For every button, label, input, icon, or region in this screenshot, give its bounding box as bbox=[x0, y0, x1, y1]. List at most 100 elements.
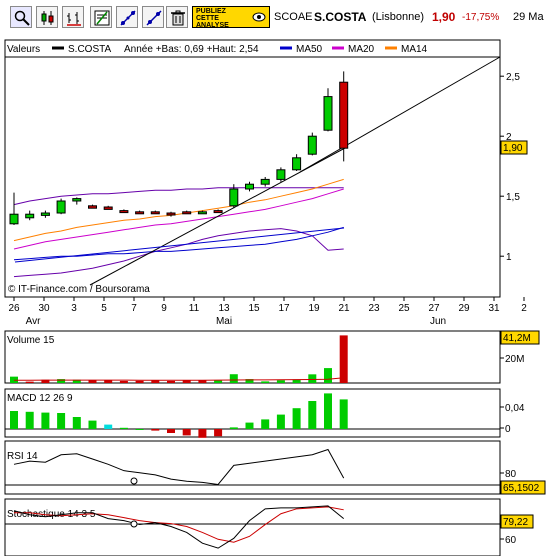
legend-ma20: MA20 bbox=[348, 44, 375, 55]
volume-bar bbox=[167, 380, 175, 383]
macd-bar bbox=[25, 411, 34, 429]
macd-bar bbox=[214, 429, 223, 437]
x-tick-label: 26 bbox=[8, 303, 20, 314]
volume-bar bbox=[214, 380, 223, 383]
macd-bar bbox=[229, 427, 238, 429]
candle-body bbox=[119, 210, 129, 214]
macd-bar bbox=[135, 429, 144, 430]
candle-body bbox=[292, 157, 302, 171]
stochastic-badge-text: 79,22 bbox=[503, 517, 528, 528]
macd-tick-label-2: 0 bbox=[505, 424, 511, 435]
stochastic-panel: Stochastique 14 3 5 60 79,22 bbox=[4, 498, 534, 556]
volume-bar bbox=[182, 380, 191, 383]
volume-bar bbox=[261, 381, 270, 383]
x-tick-label: 27 bbox=[428, 303, 440, 314]
volume-bar bbox=[135, 380, 144, 383]
legend-label: Valeurs bbox=[7, 44, 40, 55]
x-tick-label: 15 bbox=[248, 303, 260, 314]
price-axis: 2,521,51 bbox=[500, 72, 520, 263]
x-tick-label: 31 bbox=[488, 303, 500, 314]
volume-bar bbox=[25, 381, 34, 383]
macd-tick-label-1: 0,04 bbox=[505, 403, 525, 414]
month-label: Avr bbox=[26, 316, 41, 327]
macd-bar bbox=[151, 429, 160, 431]
macd-bar bbox=[292, 408, 301, 429]
price-panel: Valeurs S.COSTA Année +Bas: 0,69 +Haut: … bbox=[4, 39, 528, 298]
macd-bar bbox=[308, 401, 317, 429]
x-tick-label: 23 bbox=[368, 303, 380, 314]
x-tick-label: 17 bbox=[278, 303, 290, 314]
macd-bar bbox=[198, 429, 207, 438]
x-axis: 26303579111315171921232527293124681012Av… bbox=[5, 296, 527, 327]
macd-bar bbox=[245, 422, 254, 429]
source-credit: © IT-Finance.com / Boursorama bbox=[8, 284, 150, 295]
legend-ma14: MA14 bbox=[401, 44, 428, 55]
legend-summary: Année +Bas: 0,69 +Haut: 2,54 bbox=[124, 44, 259, 55]
candle-body bbox=[213, 210, 223, 214]
legend-series: S.COSTA bbox=[68, 44, 111, 55]
candle-body bbox=[339, 81, 349, 149]
price-tick-label: 1,5 bbox=[506, 192, 520, 203]
volume-badge-text: 41,2M bbox=[503, 333, 531, 344]
macd-bar bbox=[261, 419, 270, 429]
stochastic-marker bbox=[130, 520, 138, 528]
macd-bar bbox=[276, 414, 285, 429]
month-label: Jun bbox=[430, 316, 446, 327]
macd-panel: MACD 12 26 9 0,04 0 bbox=[4, 388, 525, 438]
candle-body bbox=[276, 169, 286, 180]
x-tick-label: 13 bbox=[218, 303, 230, 314]
candle-body bbox=[197, 211, 207, 215]
x-tick-label: 9 bbox=[161, 303, 167, 314]
volume-panel: Volume 15 20M 41,2M bbox=[4, 330, 540, 384]
candle-body bbox=[103, 206, 113, 210]
volume-bar bbox=[88, 380, 97, 383]
candle-body bbox=[88, 205, 97, 209]
candle-body bbox=[166, 212, 176, 216]
macd-bar bbox=[324, 393, 332, 429]
volume-tick-label: 20M bbox=[505, 354, 524, 365]
candle-body bbox=[25, 213, 35, 219]
candle-body bbox=[40, 212, 50, 216]
price-tick-label: 1 bbox=[506, 252, 512, 263]
macd-bar bbox=[182, 429, 191, 436]
volume-bar bbox=[276, 380, 285, 383]
x-tick-label: 5 bbox=[101, 303, 107, 314]
rsi-tick-label: 80 bbox=[505, 469, 517, 480]
candle-body bbox=[245, 183, 254, 190]
volume-bar bbox=[339, 335, 348, 383]
candle-body bbox=[307, 135, 317, 155]
macd-bar bbox=[88, 420, 97, 429]
x-tick-label: 3 bbox=[71, 303, 77, 314]
x-tick-label: 2 bbox=[521, 303, 527, 314]
rsi-panel: RSI 14 80 65,1502 bbox=[4, 440, 546, 495]
macd-title: MACD 12 26 9 bbox=[7, 393, 73, 404]
macd-bar bbox=[339, 399, 348, 429]
legend-ma50: MA50 bbox=[296, 44, 323, 55]
macd-bar bbox=[41, 412, 50, 429]
x-tick-label: 19 bbox=[308, 303, 320, 314]
x-tick-label: 25 bbox=[398, 303, 410, 314]
candle-body bbox=[150, 211, 160, 215]
candle-body bbox=[56, 200, 66, 214]
chart-area: Valeurs S.COSTA Année +Bas: 0,69 +Haut: … bbox=[4, 39, 546, 556]
rsi-marker bbox=[130, 477, 138, 485]
volume-bar bbox=[229, 374, 238, 383]
price-tick-label: 2,5 bbox=[506, 72, 520, 83]
x-tick-label: 7 bbox=[131, 303, 137, 314]
candle-body bbox=[72, 198, 82, 202]
candle-body bbox=[9, 213, 19, 225]
price-badge-text: 1,90 bbox=[503, 143, 523, 154]
candle-body bbox=[260, 178, 270, 185]
candle-body bbox=[135, 211, 145, 215]
x-tick-label: 29 bbox=[458, 303, 470, 314]
x-tick-label: 11 bbox=[189, 303, 200, 314]
rsi-title: RSI 14 bbox=[7, 451, 38, 462]
macd-bar bbox=[119, 427, 128, 429]
x-tick-label: 21 bbox=[338, 303, 350, 314]
rsi-badge-text: 65,1502 bbox=[503, 483, 540, 494]
macd-bar bbox=[72, 417, 81, 429]
volume-bar bbox=[308, 374, 317, 383]
volume-bar bbox=[324, 368, 332, 383]
macd-bar bbox=[104, 424, 113, 429]
candle-body bbox=[182, 211, 192, 215]
